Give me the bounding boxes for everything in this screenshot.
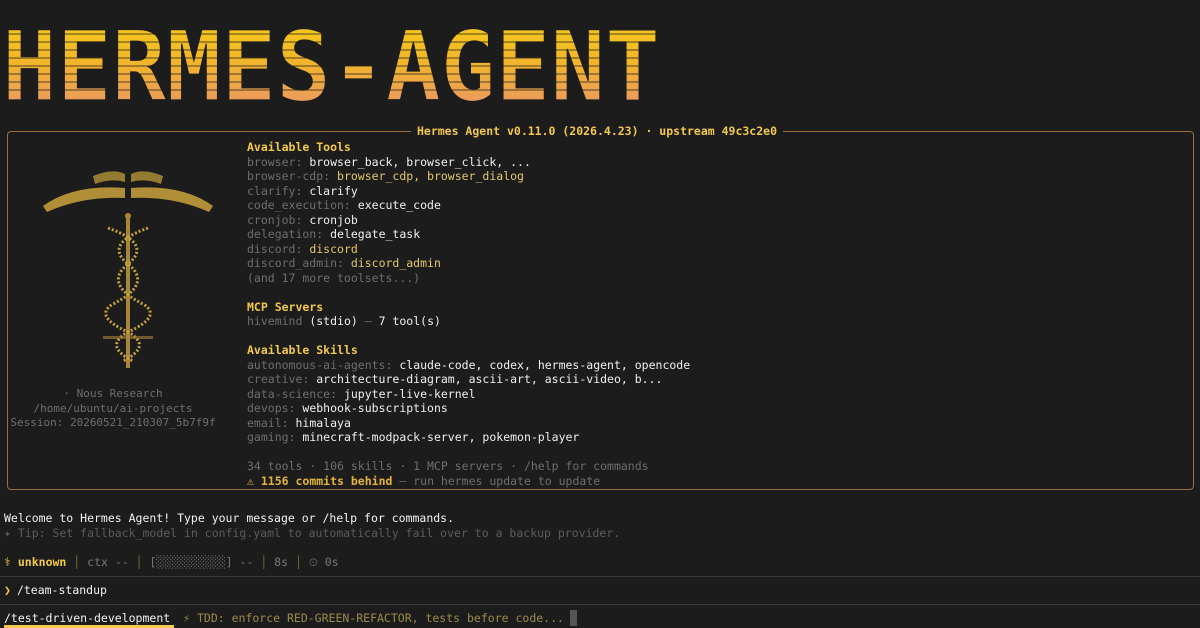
- version-title: Hermes Agent v0.11.0 (2026.4.23) · upstr…: [410, 124, 783, 139]
- context-status: ctx --: [87, 555, 129, 569]
- toolset-category: code_execution:: [247, 198, 351, 212]
- toolset-category: browser-cdp:: [247, 169, 331, 183]
- toolset-category: discord:: [247, 241, 303, 256]
- mcp-server-name: hivemind: [247, 314, 303, 328]
- session-label: Session: 20260521_210307_5b7f9f: [10, 416, 216, 429]
- tools-more: (and 17 more toolsets...): [247, 270, 421, 285]
- skill-row: creative: architecture-diagram, ascii-ar…: [247, 372, 1177, 387]
- prompt-line[interactable]: ❯ /team-standup: [4, 583, 107, 597]
- toolset-row: cronjob: cronjob: [247, 213, 1177, 228]
- toolset-row: code_execution: execute_code: [247, 198, 1177, 213]
- skill-row: gaming: minecraft-modpack-server, pokemo…: [247, 430, 1177, 445]
- toolset-category: cronjob:: [247, 212, 303, 227]
- context-bar: [░░░░░░░░░░]: [149, 555, 233, 569]
- skill-names: jupyter-live-kernel: [343, 386, 476, 401]
- right-column: Available Tools browser: browser_back, b…: [247, 140, 1177, 488]
- skill-row: data-science: jupyter-live-kernel: [247, 387, 1177, 402]
- skill-row: autonomous-ai-agents: claude-code, codex…: [247, 358, 1177, 373]
- skill-row: email: himalaya: [247, 416, 1177, 431]
- toolset-category: delegation:: [247, 227, 324, 241]
- skill-category: devops:: [247, 401, 296, 415]
- skill-names: himalaya: [295, 415, 351, 430]
- tools-list: browser: browser_back, browser_click, ..…: [247, 155, 1177, 271]
- command-suggestion[interactable]: /test-driven-development ⚡ TDD: enforce …: [4, 611, 564, 625]
- toolset-row: discord_admin: discord_admin: [247, 256, 1177, 271]
- timer-value: 0s: [324, 555, 339, 569]
- skill-names: webhook-subscriptions: [302, 401, 448, 415]
- skill-category: creative:: [247, 372, 310, 386]
- mcp-server-dash: —: [364, 314, 372, 328]
- toolset-tools: execute_code: [357, 198, 441, 212]
- skill-category: autonomous-ai-agents:: [247, 357, 393, 372]
- elapsed-time: 8s: [274, 555, 289, 569]
- hermes-agent-banner-logo: HERMES-AGENT: [0, 22, 720, 110]
- toolset-row: browser: browser_back, browser_click, ..…: [247, 155, 1177, 170]
- cwd-label: /home/ubuntu/ai-projects: [33, 402, 193, 415]
- toolset-row: delegation: delegate_task: [247, 227, 1177, 242]
- toolset-tools: browser_back, browser_click, ...: [309, 154, 531, 169]
- tip-message: ✦ Tip: Set fallback_model in config.yaml…: [4, 526, 621, 540]
- model-icon: ⚕: [4, 555, 11, 569]
- update-hint: — run hermes update to update: [399, 473, 601, 488]
- skill-category: gaming:: [247, 430, 296, 444]
- update-warning: ⚠ 1156 commits behind — run hermes updat…: [247, 474, 1177, 489]
- toolset-category: discord_admin:: [247, 256, 344, 270]
- commits-behind: 1156 commits behind: [260, 473, 393, 488]
- status-bar: ⚕ unknown │ ctx -- │ [░░░░░░░░░░] -- │ 8…: [4, 555, 339, 569]
- prompt-divider-bottom: [0, 604, 1200, 605]
- toolset-row: browser-cdp: browser_cdp, browser_dialog: [247, 169, 1177, 184]
- toolset-tools: browser_cdp, browser_dialog: [337, 169, 524, 183]
- skill-names: claude-code, codex, hermes-agent, openco…: [399, 357, 691, 372]
- toolset-tools: cronjob: [309, 212, 358, 227]
- left-column: · Nous Research /home/ubuntu/ai-projects…: [8, 132, 238, 489]
- mcp-server-row: hivemind (stdio) — 7 tool(s): [247, 314, 1177, 329]
- welcome-message: Welcome to Hermes Agent! Type your messa…: [4, 511, 455, 525]
- prompt-chevron-icon: ❯: [4, 583, 11, 597]
- mcp-server-count: 7 tool(s): [378, 314, 441, 328]
- summary-stats: 34 tools · 106 skills · 1 MCP servers · …: [247, 459, 649, 473]
- toolset-tools: discord_admin: [350, 256, 441, 270]
- info-panel: Hermes Agent v0.11.0 (2026.4.23) · upstr…: [7, 124, 1194, 490]
- toolset-row: discord: discord: [247, 242, 1177, 257]
- toolset-category: clarify:: [247, 183, 303, 198]
- lightning-icon: ⚡: [183, 611, 191, 625]
- skill-names: minecraft-modpack-server, pokemon-player: [302, 430, 580, 444]
- caduceus-ascii-logo: [43, 171, 213, 368]
- skills-list: autonomous-ai-agents: claude-code, codex…: [247, 358, 1177, 445]
- prompt-input[interactable]: /team-standup: [17, 583, 107, 597]
- skill-row: devops: webhook-subscriptions: [247, 401, 1177, 416]
- tools-heading: Available Tools: [247, 140, 351, 154]
- model-name: unknown: [17, 555, 67, 569]
- toolset-tools: clarify: [309, 183, 358, 198]
- suggestion-hint: TDD: enforce RED-GREEN-REFACTOR, tests b…: [196, 611, 564, 625]
- warning-icon: ⚠: [247, 473, 254, 488]
- context-bar-value: --: [239, 555, 254, 569]
- suggested-command[interactable]: /test-driven-development: [4, 611, 176, 625]
- toolset-tools: delegate_task: [330, 227, 421, 241]
- org-label: · Nous Research: [63, 387, 163, 400]
- toolset-row: clarify: clarify: [247, 184, 1177, 199]
- timer-icon: ⏲: [308, 555, 318, 569]
- prompt-divider-top: [0, 576, 1200, 577]
- mcp-heading: MCP Servers: [247, 299, 324, 314]
- skills-heading: Available Skills: [247, 343, 358, 357]
- toolset-category: browser:: [247, 154, 303, 169]
- toolset-tools: discord: [309, 241, 358, 256]
- scroll-cursor: [570, 610, 577, 626]
- skill-category: data-science:: [247, 386, 338, 401]
- skill-names: architecture-diagram, ascii-art, ascii-v…: [316, 372, 663, 386]
- skill-category: email:: [247, 415, 289, 430]
- mcp-server-transport: (stdio): [309, 314, 358, 328]
